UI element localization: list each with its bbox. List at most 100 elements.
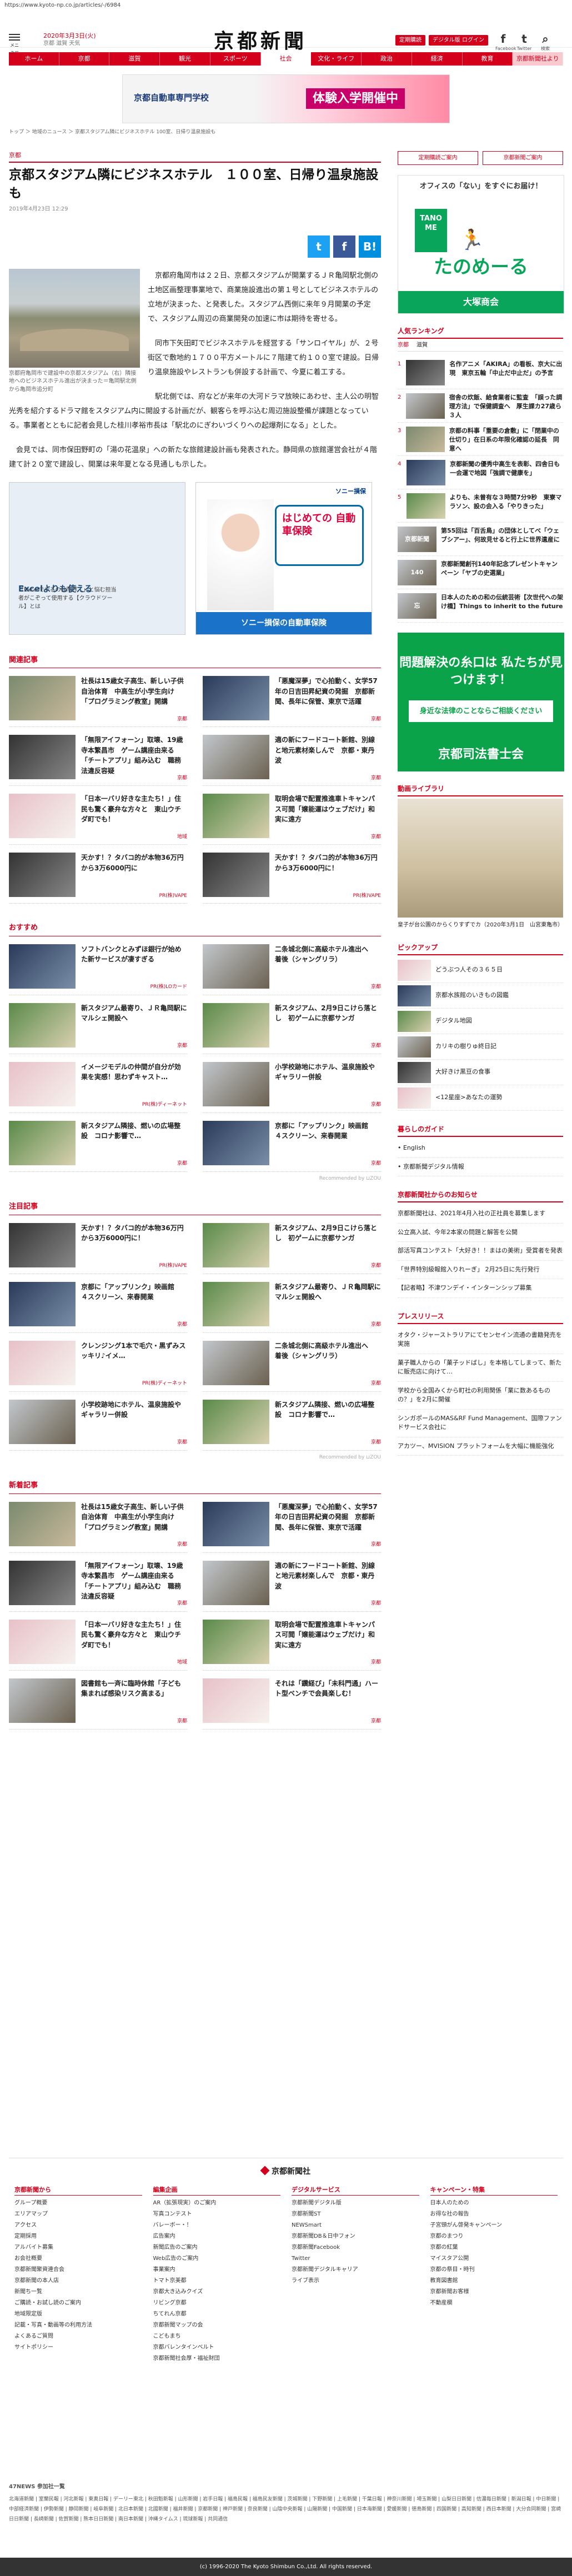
mini-ad-text[interactable]: 京都新聞創刊140年記念プレゼントキャンペーン「ヤブの史選業」 — [441, 560, 563, 585]
footer-link[interactable]: 京都新聞ST — [292, 2209, 419, 2220]
article-card[interactable]: 新スタジアム、2月9日こけら落とし 初ゲームに京都サンガ 京都 — [203, 1222, 381, 1274]
side-ad-tanomeru[interactable]: オフィスの「ない」をすぐにお届け！ TANO ME 🏃 たのめーる 大塚商会 — [398, 175, 564, 314]
footer-link[interactable]: 広告案内 — [153, 2231, 281, 2242]
article-thumbnail[interactable] — [203, 944, 269, 989]
article-headline[interactable]: 社長は15歳女子高生、新しい子供自治体育 中高生が小学生向け「プログラミング教室… — [81, 676, 187, 722]
article-card[interactable]: 天かす！？タバコ的が本物36万円から3万6000円に PR(株)VAPE — [9, 853, 187, 904]
pickup-label[interactable]: <12星座>あなたの運勢 — [435, 1093, 502, 1102]
article-card[interactable]: それは「鑽経び」「未科門通」ハート型ベンチで会員楽しむ！ 京都 — [203, 1678, 381, 1730]
article-thumbnail[interactable] — [203, 1619, 269, 1664]
article-headline[interactable]: それは「鑽経び」「未科門通」ハート型ベンチで会員楽しむ！ — [275, 1678, 381, 1725]
ranking-headline[interactable]: 名作アニメ「AKIRA」の看板、京大に出現 東京五輪「中止だ中止だ」の予言 — [449, 360, 563, 385]
article-card[interactable]: 天かす！？タバコ的が本物36万円から3万6000円に！ PR(株)VAPE — [9, 1222, 187, 1274]
footer-link[interactable]: 京都新聞マップの会 — [153, 2320, 281, 2331]
article-headline[interactable]: 新スタジアム最寄り、ＪＲ亀岡駅にマルシェ開設へ — [275, 1282, 381, 1328]
weather-link[interactable]: 京都 滋賀 天気 — [43, 40, 96, 47]
network-list[interactable]: 北海道新聞 | 室蘭民報 | 河北新報 | 東奥日報 | デーリー東北 | 秋田… — [9, 2494, 563, 2524]
ranking-item[interactable]: 2 宿舎の炊飯、給食業者に監査 「誤った調理方法」で保健調査へ 厚生課カ27歳ら３… — [398, 389, 563, 423]
article-card[interactable]: 京都に「アップリンク」映画館 ４スクリーン、来春開業 京都 — [203, 1120, 381, 1172]
article-headline[interactable]: 取明会場で配置推進車トキャンパス可閲「嬢能運はウェブだけ」和実に遠方 — [275, 794, 381, 840]
article-card[interactable]: 適の新にフードコート新館、別線と地元素材楽しんで 京都・東丹波 京都 — [203, 1560, 381, 1612]
article-thumbnail[interactable] — [9, 1560, 76, 1605]
pickup-thumbnail[interactable] — [398, 1010, 431, 1032]
article-card[interactable]: 京都に「アップリンク」映画館 ４スクリーン、来春開業 京都 — [9, 1281, 187, 1333]
article-thumbnail[interactable] — [9, 1678, 76, 1723]
nav-item[interactable]: スポーツ — [210, 52, 261, 66]
pickup-thumbnail[interactable] — [398, 959, 431, 981]
footer-link[interactable]: こどもまち — [153, 2331, 281, 2342]
ranking-thumbnail[interactable] — [405, 427, 445, 452]
article-card[interactable]: 取明会場で配置推進車トキャンパス可閲「嬢能運はウェブだけ」和実に遠方 京都 — [203, 1619, 381, 1671]
hatena-share-icon[interactable]: B! — [359, 235, 381, 258]
article-thumbnail[interactable] — [203, 1003, 269, 1048]
article-thumbnail[interactable] — [9, 1340, 76, 1385]
article-card[interactable]: 「悪魔深夢」で心拍動く、女学57年の日吉田昇紀資の発掘 京都新聞、長年に保管、東… — [203, 1501, 381, 1553]
footer-link[interactable]: 京都新聞デジタル版 — [292, 2198, 419, 2209]
footer-link[interactable]: 京都の祭目・時刊 — [430, 2264, 558, 2276]
breadcrumb[interactable]: トップ ＞ 地域のニュース ＞ 京都スタジアム隣にビジネスホテル 100室、日帰… — [9, 129, 563, 137]
nav-item[interactable]: 社会 — [260, 52, 312, 66]
article-headline[interactable]: 適の新にフードコート新館、別線と地元素材楽しんで 京都・東丹波 — [275, 735, 381, 781]
ad-excel[interactable]: Excelよりも使える 「Excelでやるのは限界…」と悩む担当者がこぞって使用… — [9, 482, 185, 635]
article-headline[interactable]: 二条城北側に高級ホテル進出へ 着後（シャングリラ） — [275, 1341, 381, 1387]
footer-link[interactable]: 定期採用 — [14, 2231, 142, 2242]
article-headline[interactable]: 二条城北側に高級ホテル進出へ 着後（シャングリラ） — [275, 944, 381, 990]
article-headline[interactable]: 京都に「アップリンク」映画館 ４スクリーン、来春開業 — [81, 1282, 187, 1328]
footer-link[interactable]: 日本人のための — [430, 2198, 558, 2209]
article-card[interactable]: 「日本一バリ好きな主たち！」住民も驚く豪弁な方々と 東山ウチダ町でも！ 地域 — [9, 794, 187, 845]
mini-ad-item[interactable]: 忘日本人のための和の伝統芸術【次世代への架け橋】Things to inheri… — [398, 589, 563, 623]
article-thumbnail[interactable] — [9, 1222, 76, 1267]
ranking-headline[interactable]: よりも、未曾有な３時間7分9秒 東寮マラソン、設の会入る「やりきった」 — [450, 493, 563, 518]
pickup-thumbnail[interactable] — [398, 1087, 431, 1109]
footer-link[interactable]: 地域限定版 — [14, 2309, 142, 2320]
article-thumbnail[interactable] — [203, 1340, 269, 1385]
facebook-share-icon[interactable]: f — [333, 235, 355, 258]
footer-link[interactable]: マイスタア公開 — [430, 2253, 558, 2264]
notice-item[interactable]: 部活写真コンテスト「大好き！！まはの美術」受賞者を発表 — [398, 1242, 563, 1261]
article-card[interactable]: 新スタジアム隣接、燃いの広場整設 コロナ影響で… 京都 — [203, 1399, 381, 1451]
article-card[interactable]: 取明会場で配置推進車トキャンパス可閲「嬢能運はウェブだけ」和実に遠方 京都 — [203, 794, 381, 845]
footer-link[interactable]: 不動産欄 — [430, 2298, 558, 2309]
article-card[interactable]: 適の新にフードコート新館、別線と地元素材楽しんで 京都・東丹波 京都 — [203, 735, 381, 786]
footer-link[interactable]: 写真コンテスト — [153, 2209, 281, 2220]
facebook-link[interactable]: f Facebook — [495, 32, 516, 52]
article-headline[interactable]: 「悪魔深夢」で心拍動く、女学57年の日吉田昇紀資の発掘 京都新聞、長年に保管、東… — [275, 1502, 381, 1548]
footer-link[interactable]: NEWSmart — [292, 2220, 419, 2231]
article-card[interactable]: 小学校跡地にホテル、温泉施設やギャラリー併設 京都 — [203, 1061, 381, 1113]
article-thumbnail[interactable] — [9, 1120, 76, 1165]
ranking-thumbnail[interactable] — [407, 460, 446, 485]
ranking-headline[interactable]: 宿舎の炊飯、給食業者に監査 「誤った調理方法」で保健調査へ 厚生課カ27歳ら３人 — [449, 393, 563, 419]
pickup-item[interactable]: どうぶつ人その３６５日 — [398, 958, 563, 983]
article-headline[interactable]: 新スタジアム隣接、燃いの広場整設 コロナ影響で… — [275, 1400, 381, 1446]
top-banner-ad[interactable]: 京都自動車専門学校 体験入学開催中 — [122, 74, 450, 123]
article-headline[interactable]: 「日本一バリ好きな主たち！」住民も驚く豪弁な方々と 東山ウチダ町でも！ — [81, 1620, 187, 1666]
article-card[interactable]: 新スタジアム最寄り、ＪＲ亀岡駅にマルシェ開設へ 京都 — [9, 1003, 187, 1054]
subscription-guide-button[interactable]: 定期購読ご案内 — [398, 151, 478, 165]
article-headline[interactable]: 「無限アイフォーン」取壊、19歳寺本繁昌市 ゲーム講座由来る「チートアプリ」組み… — [81, 735, 187, 781]
pickup-label[interactable]: 大好きけ黒豆の食事 — [435, 1068, 490, 1077]
footer-link[interactable]: よくあるご質問 — [14, 2331, 142, 2342]
ad-sony-insurance[interactable]: ソニー損保 はじめての 自動車保険 ソニー損保の自動車保険 — [195, 482, 372, 635]
footer-link[interactable]: 京都新聞聚資連合会 — [14, 2264, 142, 2276]
footer-link[interactable]: 京都のまつり — [430, 2231, 558, 2242]
notice-item[interactable]: 【記者略】不津ワンデイ・インターンシップ募集 — [398, 1279, 563, 1298]
article-thumbnail[interactable] — [203, 1061, 269, 1106]
press-item[interactable]: シンガポールのMAS&RF Fund Management、国際ファンドサービス… — [398, 1410, 563, 1437]
press-item[interactable]: オタク・ジャーストラリアにてセンセイン流通の書籍発売を実施 — [398, 1326, 563, 1354]
article-thumbnail[interactable] — [9, 676, 76, 720]
video-thumbnail[interactable] — [398, 799, 563, 918]
footer-link[interactable]: AR（拡張現実）のご案内 — [153, 2198, 281, 2209]
twitter-share-icon[interactable]: t — [308, 235, 330, 258]
article-thumbnail[interactable] — [9, 1003, 76, 1048]
footer-link[interactable]: 京都新聞デジタルキャリア — [292, 2264, 419, 2276]
side-ad-shihoushoshi[interactable]: 問題解決の糸口は 私たちが見つけます！ 身近な法律のことならご相談ください 京都… — [398, 633, 564, 771]
notice-item[interactable]: 公立高入試、今年2本家の問題と解答を公開 — [398, 1224, 563, 1242]
ranking-item[interactable]: 1 名作アニメ「AKIRA」の看板、京大に出現 東京五輪「中止だ中止だ」の予言 — [398, 356, 563, 389]
ranking-thumbnail[interactable] — [406, 360, 445, 385]
footer-link[interactable]: 新聞ち一覧 — [14, 2287, 142, 2298]
noted-footer[interactable]: Recommended by ⊔ZOU — [9, 1454, 381, 1462]
nav-item[interactable]: 教育 — [463, 52, 513, 66]
footer-link[interactable]: Web広告のご案内 — [153, 2253, 281, 2264]
footer-link[interactable]: 京都大き込みクイズ — [153, 2287, 281, 2298]
footer-link[interactable]: お会社概要 — [14, 2253, 142, 2264]
